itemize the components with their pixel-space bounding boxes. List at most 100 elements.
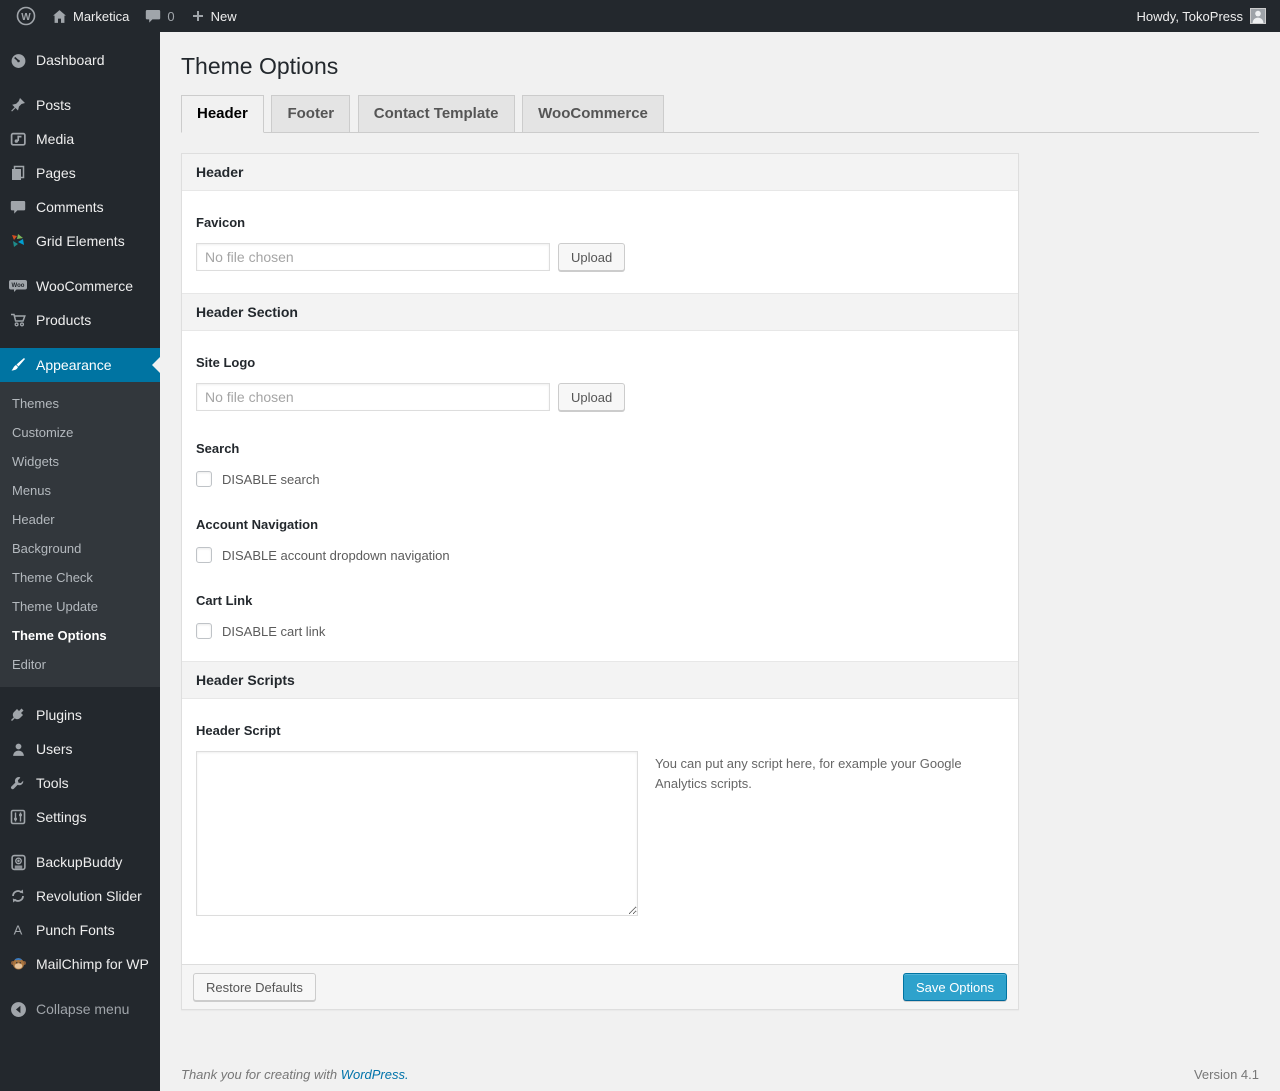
submenu-item-header[interactable]: Header (0, 505, 160, 534)
sidebar-item-mailchimp[interactable]: MailChimp for WP (0, 947, 160, 981)
disable-account-nav-checkbox[interactable] (196, 547, 212, 563)
howdy-label: Howdy, TokoPress (1136, 8, 1243, 24)
sidebar-item-comments[interactable]: Comments (0, 190, 160, 224)
pages-icon (8, 163, 28, 183)
save-options-button[interactable]: Save Options (902, 973, 1007, 1001)
home-icon (52, 9, 67, 24)
cart-icon (8, 310, 28, 330)
cart-link-label: Cart Link (196, 593, 253, 608)
admin-sidebar: Dashboard Posts Media Pages Comments Gri… (0, 32, 160, 1091)
favicon-label: Favicon (196, 215, 246, 230)
menu-separator (0, 834, 160, 845)
site-logo-file-input[interactable] (196, 383, 550, 411)
media-icon (8, 129, 28, 149)
sidebar-item-grid-elements[interactable]: Grid Elements (0, 224, 160, 258)
submenu-item-theme-check[interactable]: Theme Check (0, 563, 160, 592)
refresh-arrows-icon (8, 886, 28, 906)
header-script-textarea[interactable] (196, 751, 638, 916)
version-label: Version 4.1 (1193, 1067, 1259, 1082)
sidebar-item-plugins[interactable]: Plugins (0, 698, 160, 732)
header-script-label: Header Script (196, 723, 281, 738)
wordpress-link[interactable]: WordPress. (341, 1067, 409, 1082)
sidebar-label: BackupBuddy (36, 854, 123, 870)
grid-elements-icon (8, 231, 28, 251)
submenu-item-menus[interactable]: Menus (0, 476, 160, 505)
sidebar-item-punch-fonts[interactable]: A Punch Fonts (0, 913, 160, 947)
pushpin-icon (8, 95, 28, 115)
panel-footer: Restore Defaults Save Options (182, 964, 1018, 1009)
disable-cart-link-checkbox[interactable] (196, 623, 212, 639)
mailchimp-monkey-icon (8, 954, 28, 974)
tab-contact-template[interactable]: Contact Template (357, 95, 515, 133)
account-menu[interactable]: Howdy, TokoPress (1133, 0, 1270, 32)
settings-sliders-icon (8, 807, 28, 827)
search-label: Search (196, 441, 240, 456)
disable-cart-link-label[interactable]: DISABLE cart link (222, 624, 325, 639)
sidebar-item-appearance[interactable]: Appearance (0, 348, 160, 382)
new-content-menu[interactable]: New (183, 0, 245, 32)
sidebar-label: Media (36, 131, 75, 147)
submenu-item-theme-update[interactable]: Theme Update (0, 592, 160, 621)
submenu-item-widgets[interactable]: Widgets (0, 447, 160, 476)
svg-text:W: W (21, 12, 31, 23)
tab-header[interactable]: Header (181, 95, 264, 133)
tab-woocommerce[interactable]: WooCommerce (522, 95, 664, 133)
sidebar-label: MailChimp for WP (36, 956, 149, 972)
tab-bar: Header Footer Contact Template WooCommer… (181, 95, 1259, 133)
favicon-upload-button[interactable]: Upload (558, 243, 626, 271)
sidebar-item-pages[interactable]: Pages (0, 156, 160, 190)
sidebar-label: Pages (36, 165, 76, 181)
section-header: Header (182, 154, 1018, 191)
sidebar-item-users[interactable]: Users (0, 732, 160, 766)
submenu-item-editor[interactable]: Editor (0, 650, 160, 679)
restore-defaults-button[interactable]: Restore Defaults (193, 973, 316, 1001)
sidebar-item-settings[interactable]: Settings (0, 800, 160, 834)
wordpress-logo-icon: W (16, 6, 36, 26)
sidebar-item-tools[interactable]: Tools (0, 766, 160, 800)
footer-thanks-text: Thank you for creating with (181, 1067, 341, 1082)
site-name-link[interactable]: Marketica (44, 0, 137, 32)
submenu-item-theme-options[interactable]: Theme Options (0, 621, 160, 650)
svg-text:Woo: Woo (12, 283, 25, 289)
sidebar-item-dashboard[interactable]: Dashboard (0, 43, 160, 77)
header-script-help-text: You can put any script here, for example… (655, 756, 962, 792)
sidebar-label: Posts (36, 97, 72, 113)
comment-count: 0 (167, 8, 175, 24)
sidebar-label: WooCommerce (36, 278, 133, 294)
sidebar-item-products[interactable]: Products (0, 303, 160, 337)
sidebar-label: Comments (36, 199, 104, 215)
svg-text:A: A (14, 923, 23, 938)
menu-separator (0, 981, 160, 992)
sidebar-label: Products (36, 312, 92, 328)
submenu-item-customize[interactable]: Customize (0, 418, 160, 447)
backup-drive-icon (8, 852, 28, 872)
sidebar-label: Appearance (36, 357, 112, 373)
sidebar-label: Plugins (36, 707, 82, 723)
submenu-item-themes[interactable]: Themes (0, 389, 160, 418)
section-header-scripts: Header Scripts (182, 661, 1018, 699)
admin-bar: W Marketica 0 New Howdy, TokoPress (0, 0, 1280, 32)
disable-search-label[interactable]: DISABLE search (222, 472, 320, 487)
sidebar-label: Settings (36, 809, 87, 825)
theme-options-panel: Header Favicon Upload Header Section Sit… (181, 153, 1019, 1010)
sidebar-item-woocommerce[interactable]: Woo WooCommerce (0, 269, 160, 303)
sidebar-item-backupbuddy[interactable]: BackupBuddy (0, 845, 160, 879)
tab-footer[interactable]: Footer (271, 95, 351, 133)
sidebar-item-revolution-slider[interactable]: Revolution Slider (0, 879, 160, 913)
site-logo-upload-button[interactable]: Upload (558, 383, 626, 411)
comment-bubble-icon (145, 9, 161, 24)
collapse-arrow-icon (8, 999, 28, 1019)
sidebar-item-posts[interactable]: Posts (0, 88, 160, 122)
woocommerce-badge-icon: Woo (8, 276, 28, 296)
disable-search-checkbox[interactable] (196, 471, 212, 487)
sidebar-item-collapse-menu[interactable]: Collapse menu (0, 992, 160, 1026)
wordpress-logo-menu[interactable]: W (8, 0, 44, 32)
sidebar-item-media[interactable]: Media (0, 122, 160, 156)
site-logo-label: Site Logo (196, 355, 256, 370)
favicon-file-input[interactable] (196, 243, 550, 271)
section-body-header: Favicon Upload (182, 191, 1018, 293)
menu-separator (0, 258, 160, 269)
submenu-item-background[interactable]: Background (0, 534, 160, 563)
comments-shortcut[interactable]: 0 (137, 0, 182, 32)
disable-account-nav-label[interactable]: DISABLE account dropdown navigation (222, 548, 450, 563)
